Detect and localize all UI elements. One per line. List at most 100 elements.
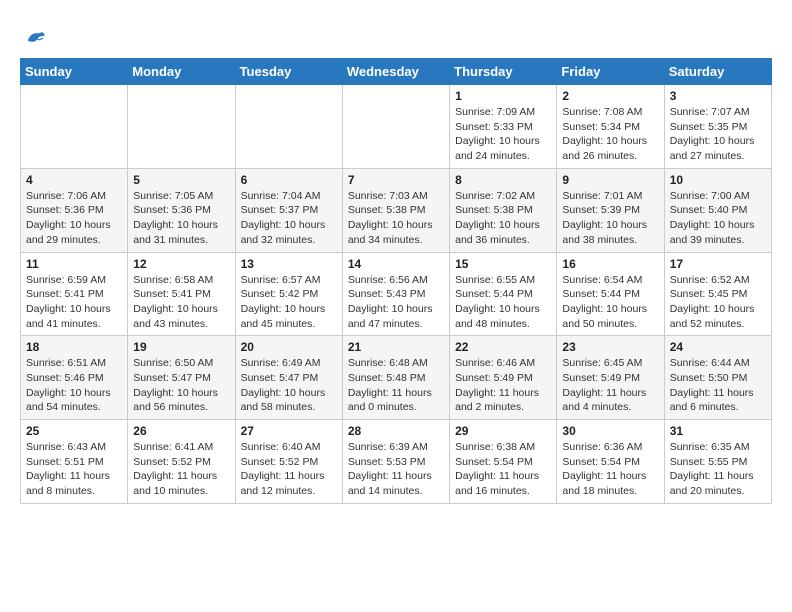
cell-date-number: 2	[562, 89, 658, 103]
cell-detail: Sunrise: 6:35 AMSunset: 5:55 PMDaylight:…	[670, 440, 766, 499]
cell-date-number: 24	[670, 340, 766, 354]
calendar-cell: 26 Sunrise: 6:41 AMSunset: 5:52 PMDayligh…	[128, 420, 235, 504]
calendar-cell: 15 Sunrise: 6:55 AMSunset: 5:44 PMDayligh…	[450, 252, 557, 336]
calendar-cell: 27 Sunrise: 6:40 AMSunset: 5:52 PMDayligh…	[235, 420, 342, 504]
cell-detail: Sunrise: 6:44 AMSunset: 5:50 PMDaylight:…	[670, 356, 766, 415]
cell-detail: Sunrise: 6:59 AMSunset: 5:41 PMDaylight:…	[26, 273, 122, 332]
cell-date-number: 4	[26, 173, 122, 187]
cell-detail: Sunrise: 6:39 AMSunset: 5:53 PMDaylight:…	[348, 440, 444, 499]
calendar-week-row: 4 Sunrise: 7:06 AMSunset: 5:36 PMDaylight…	[21, 168, 772, 252]
calendar-day-header: Tuesday	[235, 59, 342, 85]
cell-date-number: 11	[26, 257, 122, 271]
cell-detail: Sunrise: 6:58 AMSunset: 5:41 PMDaylight:…	[133, 273, 229, 332]
cell-detail: Sunrise: 7:07 AMSunset: 5:35 PMDaylight:…	[670, 105, 766, 164]
cell-date-number: 7	[348, 173, 444, 187]
cell-detail: Sunrise: 7:06 AMSunset: 5:36 PMDaylight:…	[26, 189, 122, 248]
cell-date-number: 18	[26, 340, 122, 354]
cell-date-number: 13	[241, 257, 337, 271]
cell-date-number: 25	[26, 424, 122, 438]
calendar-cell: 10Sunrise: 7:00 AMSunset: 5:40 PMDayligh…	[664, 168, 771, 252]
cell-date-number: 31	[670, 424, 766, 438]
cell-date-number: 20	[241, 340, 337, 354]
calendar-cell: 29 Sunrise: 6:38 AMSunset: 5:54 PMDayligh…	[450, 420, 557, 504]
calendar-cell: 3 Sunrise: 7:07 AMSunset: 5:35 PMDaylight…	[664, 85, 771, 169]
cell-detail: Sunrise: 7:09 AMSunset: 5:33 PMDaylight:…	[455, 105, 551, 164]
cell-detail: Sunrise: 7:04 AMSunset: 5:37 PMDaylight:…	[241, 189, 337, 248]
cell-date-number: 16	[562, 257, 658, 271]
calendar-cell	[235, 85, 342, 169]
calendar-cell: 9Sunrise: 7:01 AMSunset: 5:39 PMDaylight…	[557, 168, 664, 252]
calendar-cell: 31 Sunrise: 6:35 AMSunset: 5:55 PMDayligh…	[664, 420, 771, 504]
cell-detail: Sunrise: 6:36 AMSunset: 5:54 PMDaylight:…	[562, 440, 658, 499]
cell-detail: Sunrise: 6:50 AMSunset: 5:47 PMDaylight:…	[133, 356, 229, 415]
calendar-day-header: Friday	[557, 59, 664, 85]
calendar-cell: 24 Sunrise: 6:44 AMSunset: 5:50 PMDayligh…	[664, 336, 771, 420]
cell-date-number: 29	[455, 424, 551, 438]
calendar-cell: 20 Sunrise: 6:49 AMSunset: 5:47 PMDayligh…	[235, 336, 342, 420]
cell-date-number: 14	[348, 257, 444, 271]
cell-detail: Sunrise: 6:55 AMSunset: 5:44 PMDaylight:…	[455, 273, 551, 332]
cell-date-number: 19	[133, 340, 229, 354]
cell-date-number: 23	[562, 340, 658, 354]
cell-detail: Sunrise: 6:45 AMSunset: 5:49 PMDaylight:…	[562, 356, 658, 415]
calendar-day-header: Saturday	[664, 59, 771, 85]
cell-date-number: 10	[670, 173, 766, 187]
calendar-cell: 11 Sunrise: 6:59 AMSunset: 5:41 PMDayligh…	[21, 252, 128, 336]
calendar-cell: 19 Sunrise: 6:50 AMSunset: 5:47 PMDayligh…	[128, 336, 235, 420]
cell-date-number: 27	[241, 424, 337, 438]
cell-detail: Sunrise: 7:03 AMSunset: 5:38 PMDaylight:…	[348, 189, 444, 248]
cell-detail: Sunrise: 6:54 AMSunset: 5:44 PMDaylight:…	[562, 273, 658, 332]
cell-detail: Sunrise: 6:40 AMSunset: 5:52 PMDaylight:…	[241, 440, 337, 499]
calendar-cell: 17Sunrise: 6:52 AMSunset: 5:45 PMDayligh…	[664, 252, 771, 336]
cell-date-number: 6	[241, 173, 337, 187]
calendar-cell: 25 Sunrise: 6:43 AMSunset: 5:51 PMDayligh…	[21, 420, 128, 504]
calendar-week-row: 18Sunrise: 6:51 AMSunset: 5:46 PMDayligh…	[21, 336, 772, 420]
cell-detail: Sunrise: 7:05 AMSunset: 5:36 PMDaylight:…	[133, 189, 229, 248]
cell-detail: Sunrise: 6:52 AMSunset: 5:45 PMDaylight:…	[670, 273, 766, 332]
cell-detail: Sunrise: 6:56 AMSunset: 5:43 PMDaylight:…	[348, 273, 444, 332]
calendar-cell: 28 Sunrise: 6:39 AMSunset: 5:53 PMDayligh…	[342, 420, 449, 504]
calendar-cell: 16 Sunrise: 6:54 AMSunset: 5:44 PMDayligh…	[557, 252, 664, 336]
logo-bird-icon	[24, 26, 46, 48]
calendar-day-header: Thursday	[450, 59, 557, 85]
calendar-cell: 7 Sunrise: 7:03 AMSunset: 5:38 PMDaylight…	[342, 168, 449, 252]
logo	[20, 24, 46, 48]
calendar-cell: 6 Sunrise: 7:04 AMSunset: 5:37 PMDaylight…	[235, 168, 342, 252]
cell-detail: Sunrise: 6:49 AMSunset: 5:47 PMDaylight:…	[241, 356, 337, 415]
cell-date-number: 22	[455, 340, 551, 354]
cell-detail: Sunrise: 6:57 AMSunset: 5:42 PMDaylight:…	[241, 273, 337, 332]
calendar-cell: 30Sunrise: 6:36 AMSunset: 5:54 PMDayligh…	[557, 420, 664, 504]
cell-detail: Sunrise: 7:08 AMSunset: 5:34 PMDaylight:…	[562, 105, 658, 164]
calendar-cell: 5Sunrise: 7:05 AMSunset: 5:36 PMDaylight…	[128, 168, 235, 252]
calendar-cell	[342, 85, 449, 169]
cell-date-number: 12	[133, 257, 229, 271]
cell-detail: Sunrise: 6:38 AMSunset: 5:54 PMDaylight:…	[455, 440, 551, 499]
cell-detail: Sunrise: 6:48 AMSunset: 5:48 PMDaylight:…	[348, 356, 444, 415]
calendar-day-header: Wednesday	[342, 59, 449, 85]
cell-detail: Sunrise: 6:43 AMSunset: 5:51 PMDaylight:…	[26, 440, 122, 499]
cell-date-number: 21	[348, 340, 444, 354]
calendar-week-row: 25 Sunrise: 6:43 AMSunset: 5:51 PMDayligh…	[21, 420, 772, 504]
calendar-day-header: Monday	[128, 59, 235, 85]
calendar-cell	[21, 85, 128, 169]
calendar-header-row: SundayMondayTuesdayWednesdayThursdayFrid…	[21, 59, 772, 85]
calendar-cell: 21 Sunrise: 6:48 AMSunset: 5:48 PMDayligh…	[342, 336, 449, 420]
calendar-day-header: Sunday	[21, 59, 128, 85]
calendar-cell: 2 Sunrise: 7:08 AMSunset: 5:34 PMDaylight…	[557, 85, 664, 169]
cell-detail: Sunrise: 6:46 AMSunset: 5:49 PMDaylight:…	[455, 356, 551, 415]
cell-date-number: 8	[455, 173, 551, 187]
cell-detail: Sunrise: 6:41 AMSunset: 5:52 PMDaylight:…	[133, 440, 229, 499]
calendar-cell: 18Sunrise: 6:51 AMSunset: 5:46 PMDayligh…	[21, 336, 128, 420]
header	[20, 16, 772, 48]
cell-date-number: 28	[348, 424, 444, 438]
cell-date-number: 15	[455, 257, 551, 271]
calendar-week-row: 1Sunrise: 7:09 AMSunset: 5:33 PMDaylight…	[21, 85, 772, 169]
calendar-cell: 12 Sunrise: 6:58 AMSunset: 5:41 PMDayligh…	[128, 252, 235, 336]
cell-date-number: 26	[133, 424, 229, 438]
cell-detail: Sunrise: 7:02 AMSunset: 5:38 PMDaylight:…	[455, 189, 551, 248]
calendar-week-row: 11 Sunrise: 6:59 AMSunset: 5:41 PMDayligh…	[21, 252, 772, 336]
cell-date-number: 3	[670, 89, 766, 103]
calendar-cell: 4 Sunrise: 7:06 AMSunset: 5:36 PMDaylight…	[21, 168, 128, 252]
cell-detail: Sunrise: 7:01 AMSunset: 5:39 PMDaylight:…	[562, 189, 658, 248]
calendar-cell: 13 Sunrise: 6:57 AMSunset: 5:42 PMDayligh…	[235, 252, 342, 336]
